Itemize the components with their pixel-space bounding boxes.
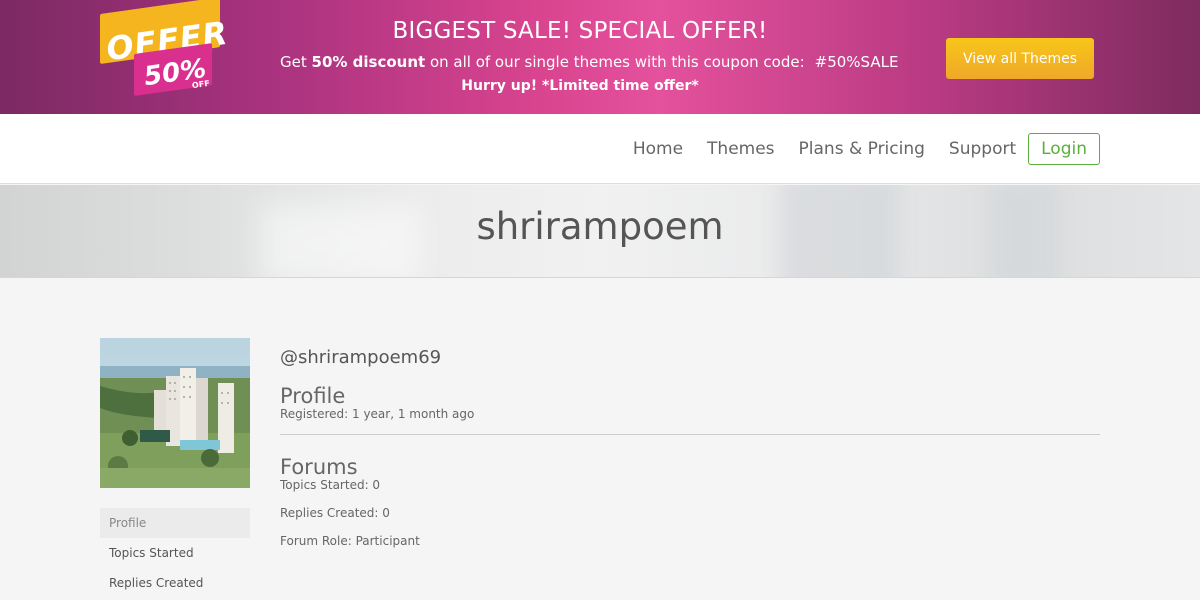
section-divider (280, 434, 1100, 435)
page-header: shrirampoem (0, 185, 1200, 278)
sidebar-item-topics-started[interactable]: Topics Started (100, 538, 250, 568)
profile-heading: Profile (280, 384, 346, 408)
offer-badge-logo: OFFER 50% OFF (100, 0, 230, 98)
promo-description: Get 50% discount on all of our single th… (280, 53, 898, 71)
profile-sidebar-nav: Profile Topics Started Replies Created (100, 508, 250, 598)
view-all-themes-button[interactable]: View all Themes (946, 38, 1094, 79)
nav-themes[interactable]: Themes (707, 139, 775, 159)
promo-line-middle: on all of our single themes with this co… (425, 53, 805, 71)
nav-home[interactable]: Home (633, 139, 683, 159)
registered-date: Registered: 1 year, 1 month ago (280, 407, 475, 421)
forum-role: Forum Role: Participant (280, 534, 420, 548)
replies-created-count: Replies Created: 0 (280, 506, 390, 520)
coupon-code: #50%SALE (814, 53, 899, 71)
nav-plans-pricing[interactable]: Plans & Pricing (799, 139, 925, 159)
topics-started-count: Topics Started: 0 (280, 478, 381, 492)
sidebar-item-profile[interactable]: Profile (100, 508, 250, 538)
nav-menu: Home Themes Plans & Pricing Support Logi… (609, 133, 1100, 165)
promo-hurry: Hurry up! *Limited time offer* (461, 78, 699, 94)
page-title: shrirampoem (476, 205, 724, 248)
user-avatar (100, 338, 250, 488)
offer-badge-off: OFF (191, 78, 211, 91)
login-button[interactable]: Login (1028, 133, 1100, 165)
sidebar-item-replies-created[interactable]: Replies Created (100, 568, 250, 598)
avatar-image (100, 338, 250, 488)
promo-line-prefix: Get (280, 53, 312, 71)
main-navbar: Home Themes Plans & Pricing Support Logi… (0, 114, 1200, 184)
promo-discount: 50% discount (311, 53, 426, 71)
forums-heading: Forums (280, 455, 358, 479)
user-handle: @shrirampoem69 (280, 347, 442, 368)
nav-support[interactable]: Support (949, 139, 1016, 159)
promo-title: BIGGEST SALE! SPECIAL OFFER! (392, 18, 768, 44)
promo-banner: OFFER 50% OFF BIGGEST SALE! SPECIAL OFFE… (0, 0, 1200, 114)
